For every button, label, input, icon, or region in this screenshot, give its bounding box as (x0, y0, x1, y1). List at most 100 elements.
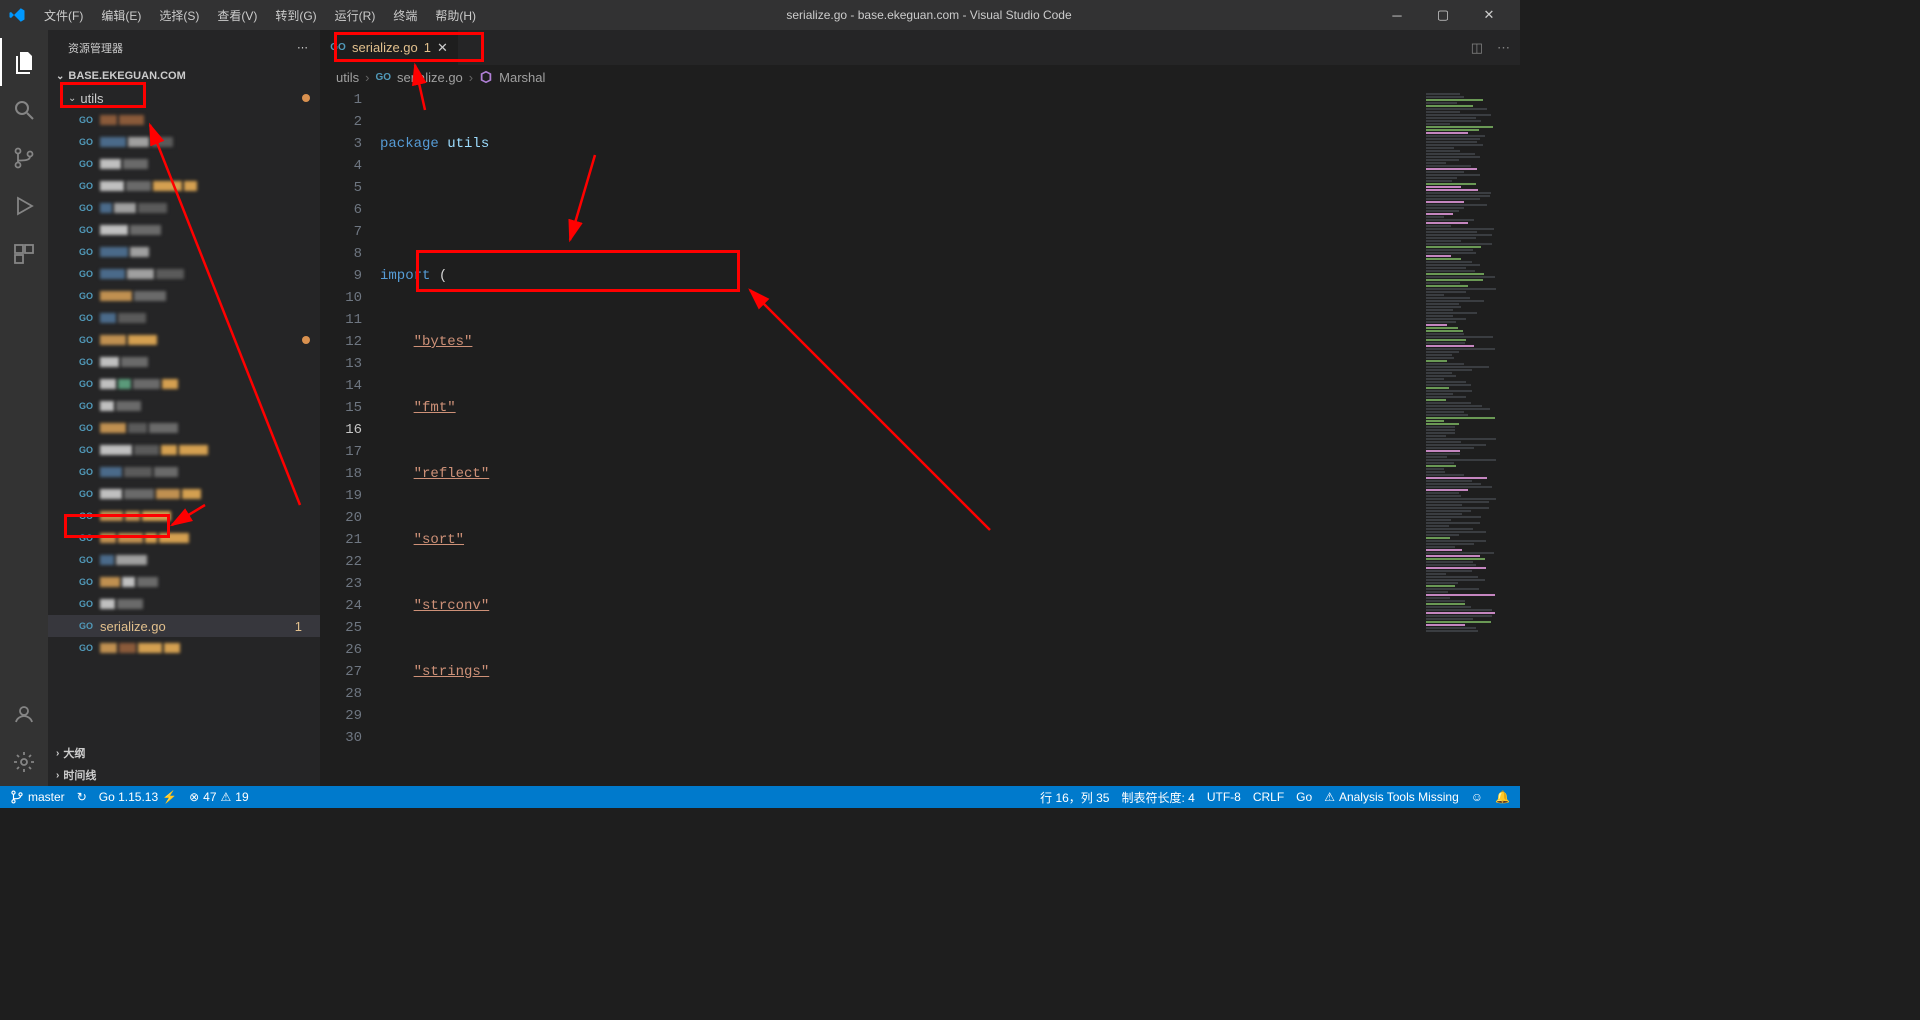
go-file-icon: GO (78, 159, 94, 169)
go-version-status[interactable]: Go 1.15.13 ⚡ (99, 790, 177, 804)
tree-file[interactable]: GO (48, 571, 320, 593)
analysis-status[interactable]: ⚠ Analysis Tools Missing (1324, 790, 1459, 804)
file-tree[interactable]: ⌄ utils GOGOGOGOGOGOGOGOGOGOGOGOGOGOGOGO… (48, 87, 320, 742)
go-file-icon: GO (78, 599, 94, 609)
tree-file[interactable]: GO (48, 285, 320, 307)
tree-file[interactable]: GO (48, 307, 320, 329)
scm-activity[interactable] (0, 134, 48, 182)
tree-file[interactable]: GO (48, 439, 320, 461)
settings-activity[interactable] (0, 738, 48, 786)
tree-file[interactable]: GO (48, 109, 320, 131)
files-icon (12, 50, 36, 74)
tree-file[interactable]: GO (48, 593, 320, 615)
go-file-icon: GO (78, 203, 94, 213)
go-file-icon: GO (78, 445, 94, 455)
tree-file[interactable]: GO (48, 549, 320, 571)
accounts-activity[interactable] (0, 690, 48, 738)
close-button[interactable]: ✕ (1466, 0, 1512, 30)
tabs: GO serialize.go 1 ✕ ◫ ⋯ (320, 30, 1520, 65)
warning-icon: ⚠ (221, 790, 232, 804)
menu-view[interactable]: 查看(V) (209, 3, 265, 28)
account-icon (12, 702, 36, 726)
tree-file[interactable]: GO (48, 197, 320, 219)
tree-file[interactable]: GO (48, 241, 320, 263)
tree-file[interactable]: GO (48, 153, 320, 175)
maximize-button[interactable]: ▢ (1420, 0, 1466, 30)
editor-actions: ◫ ⋯ (1461, 30, 1520, 65)
tree-file[interactable]: GO (48, 637, 320, 659)
tree-file[interactable]: GO (48, 527, 320, 549)
split-editor-icon[interactable]: ◫ (1471, 40, 1483, 56)
line-gutter: 1234567891011121314151617181920212223242… (320, 89, 380, 786)
tree-file[interactable]: GO (48, 219, 320, 241)
tree-file[interactable]: GO (48, 175, 320, 197)
sidebar: 资源管理器 ⋯ ⌄ BASE.EKEGUAN.COM ⌄ utils GOGOG… (48, 30, 320, 786)
go-file-icon: GO (78, 247, 94, 257)
tree-file[interactable]: GO (48, 505, 320, 527)
tree-file[interactable]: GO (48, 395, 320, 417)
menu-help[interactable]: 帮助(H) (427, 3, 484, 28)
go-file-icon: GO (78, 181, 94, 191)
close-icon[interactable]: ✕ (437, 40, 448, 56)
notifications-status[interactable]: 🔔 (1495, 790, 1510, 804)
encoding-status[interactable]: UTF-8 (1207, 790, 1241, 804)
feedback-status[interactable]: ☺ (1471, 790, 1483, 804)
tree-file[interactable]: GO (48, 373, 320, 395)
modified-dot-icon (302, 336, 310, 344)
window-title: serialize.go - base.ekeguan.com - Visual… (484, 8, 1374, 22)
problems-status[interactable]: ⊗47 ⚠19 (189, 790, 249, 804)
indentation-status[interactable]: 制表符长度: 4 (1121, 789, 1194, 806)
chevron-right-icon: › (56, 748, 59, 759)
code-editor[interactable]: 1234567891011121314151617181920212223242… (320, 89, 1520, 786)
go-file-icon: GO (78, 269, 94, 279)
go-file-icon: GO (78, 533, 94, 543)
editor-area: GO serialize.go 1 ✕ ◫ ⋯ utils › GO seria… (320, 30, 1520, 786)
extensions-icon (12, 242, 36, 266)
chevron-down-icon: ⌄ (56, 71, 64, 82)
language-status[interactable]: Go (1296, 790, 1312, 804)
git-branch-status[interactable]: master (10, 790, 65, 804)
menu-selection[interactable]: 选择(S) (151, 3, 207, 28)
tab-serialize[interactable]: GO serialize.go 1 ✕ (320, 30, 458, 65)
menu-run[interactable]: 运行(R) (327, 3, 384, 28)
tree-file[interactable]: GO (48, 351, 320, 373)
tree-file[interactable]: GO (48, 417, 320, 439)
code-content[interactable]: package utils import ( "bytes" "fmt" "re… (380, 89, 1420, 786)
tree-file[interactable]: GO (48, 461, 320, 483)
search-activity[interactable] (0, 86, 48, 134)
title-bar: 文件(F) 编辑(E) 选择(S) 查看(V) 转到(G) 运行(R) 终端 帮… (0, 0, 1520, 30)
menu-file[interactable]: 文件(F) (36, 3, 91, 28)
sync-status[interactable]: ↻ (77, 790, 87, 804)
minimize-button[interactable]: ─ (1374, 0, 1420, 30)
project-header[interactable]: ⌄ BASE.EKEGUAN.COM (48, 65, 320, 87)
minimap[interactable] (1420, 89, 1520, 786)
go-file-icon: GO (78, 115, 94, 125)
more-actions-icon[interactable]: ⋯ (1497, 40, 1510, 56)
tree-file[interactable]: GO (48, 263, 320, 285)
menu-edit[interactable]: 编辑(E) (93, 3, 149, 28)
tree-file[interactable]: GO (48, 131, 320, 153)
go-file-icon: GO (78, 313, 94, 323)
menu-terminal[interactable]: 终端 (385, 3, 425, 28)
gear-icon (12, 750, 36, 774)
play-icon (12, 194, 36, 218)
menu-go[interactable]: 转到(G) (267, 3, 324, 28)
extensions-activity[interactable] (0, 230, 48, 278)
tree-file-serialize[interactable]: GOserialize.go1 (48, 615, 320, 637)
tree-file[interactable]: GO (48, 329, 320, 351)
debug-activity[interactable] (0, 182, 48, 230)
timeline-header[interactable]: › 时间线 (48, 764, 320, 786)
branch-icon (10, 790, 24, 804)
folder-utils[interactable]: ⌄ utils (48, 87, 320, 109)
method-icon (479, 70, 493, 84)
breadcrumb[interactable]: utils › GO serialize.go › Marshal (320, 65, 1520, 89)
more-icon[interactable]: ⋯ (297, 41, 308, 54)
go-file-icon: GO (78, 335, 94, 345)
explorer-activity[interactable] (0, 38, 48, 86)
sync-icon: ↻ (77, 790, 87, 804)
cursor-position[interactable]: 行 16，列 35 (1040, 789, 1109, 806)
outline-header[interactable]: › 大纲 (48, 742, 320, 764)
eol-status[interactable]: CRLF (1253, 790, 1284, 804)
go-file-icon: GO (78, 621, 94, 631)
tree-file[interactable]: GO (48, 483, 320, 505)
